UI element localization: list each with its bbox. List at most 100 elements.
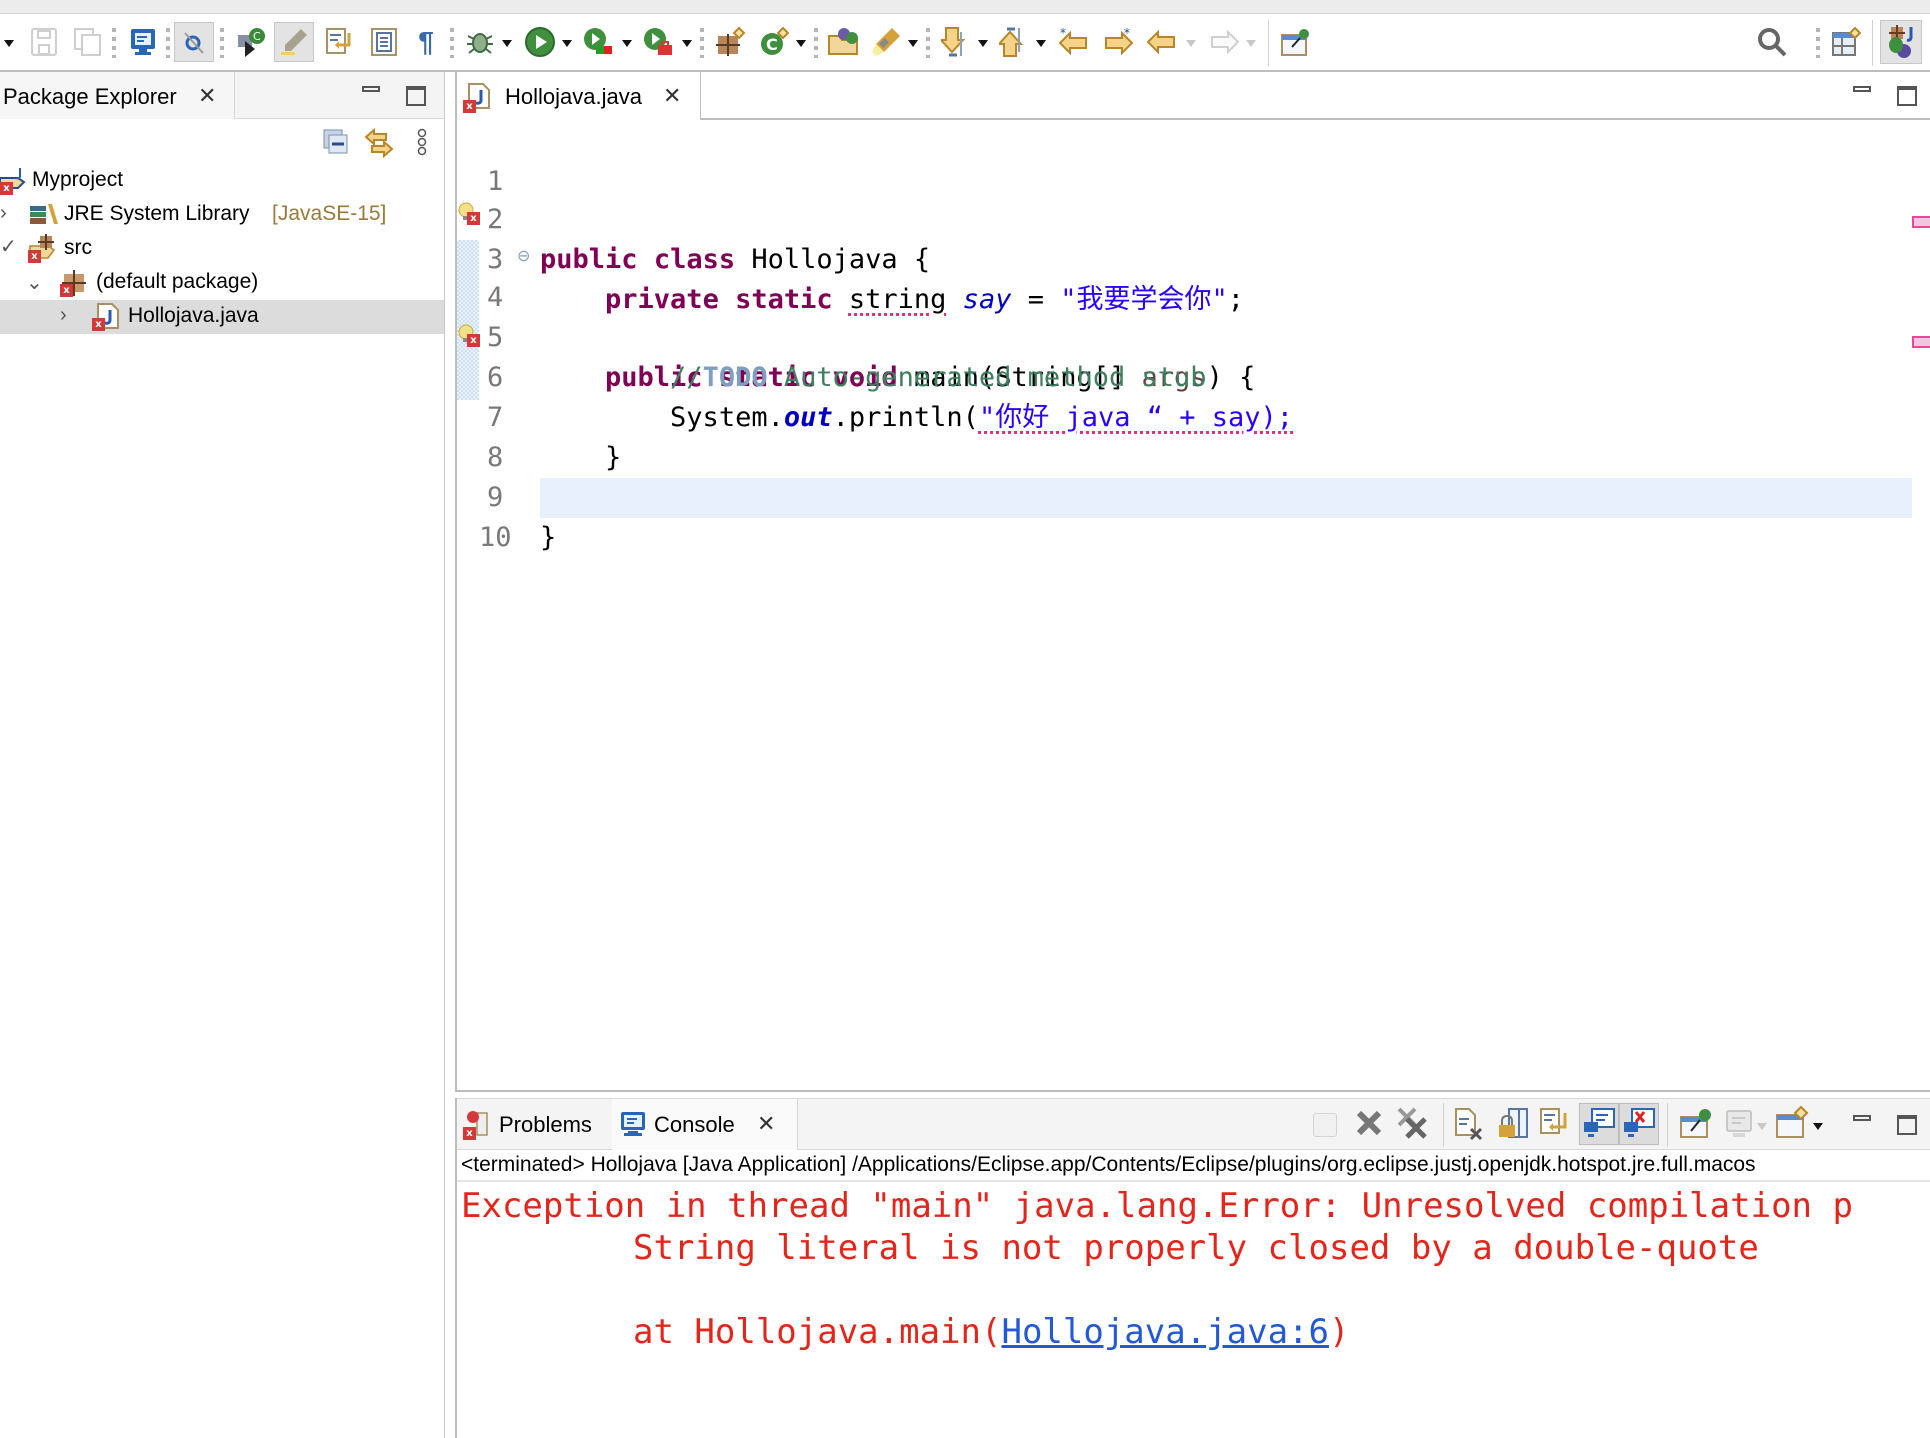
new-class-dropdown-icon[interactable] — [796, 40, 806, 47]
next-annotation-dropdown-icon[interactable] — [978, 40, 988, 47]
new-class-icon[interactable]: C — [232, 24, 268, 60]
search-flashlight-icon[interactable] — [868, 24, 904, 60]
tree-item-jre-system-library[interactable]: › JRE System Library [JavaSE-15] — [0, 198, 444, 232]
link-with-editor-icon[interactable] — [364, 127, 394, 159]
block-selection-icon[interactable] — [366, 24, 402, 60]
library-icon — [28, 200, 58, 226]
svg-text:C: C — [253, 30, 261, 43]
show-on-stderr-icon[interactable] — [1619, 1103, 1659, 1145]
console-stack-line: at Hollojava.main(Hollojava.java:6) — [633, 1312, 1349, 1352]
save-icon[interactable] — [26, 24, 62, 60]
search-icon[interactable] — [1754, 24, 1790, 60]
java-editor[interactable]: x Hollojava.java ✕ x x 1 2 public class … — [455, 72, 1930, 1092]
maximize-icon[interactable] — [1897, 1115, 1917, 1135]
search-dropdown-icon[interactable] — [908, 40, 918, 47]
scroll-lock-icon[interactable] — [1497, 1107, 1529, 1141]
previous-annotation-dropdown-icon[interactable] — [1036, 40, 1046, 47]
open-console-dropdown-icon[interactable] — [1813, 1123, 1823, 1130]
chevron-right-icon[interactable]: › — [60, 304, 67, 327]
forward-dropdown-icon[interactable] — [1246, 40, 1256, 47]
svg-text:C: C — [766, 35, 778, 54]
debug-dropdown-icon[interactable] — [502, 40, 512, 47]
next-annotation-icon[interactable] — [938, 24, 974, 60]
stack-frame-text: at Hollojava.main( — [633, 1312, 1002, 1352]
display-console-icon[interactable] — [1725, 1107, 1755, 1141]
minimize-icon[interactable] — [1853, 86, 1871, 92]
external-tools-dropdown-icon[interactable] — [682, 40, 692, 47]
toolbar-separator — [220, 28, 224, 58]
open-type-icon[interactable] — [826, 24, 862, 60]
terminate-icon[interactable] — [1313, 1113, 1337, 1137]
mark-occurrences-icon[interactable] — [174, 22, 214, 62]
word-wrap-icon[interactable] — [322, 24, 358, 60]
toolbar-divider — [1872, 20, 1873, 66]
toolbar-separator — [450, 28, 454, 58]
close-icon[interactable]: ✕ — [198, 83, 216, 109]
fold-collapse-icon[interactable]: ⊖ — [517, 236, 530, 276]
close-icon[interactable]: ✕ — [663, 83, 681, 109]
chevron-down-icon[interactable]: ✓ — [0, 234, 17, 259]
word-wrap-icon[interactable] — [1539, 1107, 1571, 1141]
close-icon[interactable]: ✕ — [757, 1111, 775, 1137]
tree-item-default-package[interactable]: ⌄ x (default package) — [0, 266, 444, 300]
tab-package-explorer[interactable]: Package Explorer ✕ — [0, 72, 235, 119]
external-tools-icon[interactable] — [640, 24, 676, 60]
tree-item-myproject[interactable]: x Myproject — [0, 164, 444, 198]
console-panel: x Problems Console ✕ <terminated> Holloj… — [455, 1098, 1930, 1438]
previous-annotation-icon[interactable] — [996, 24, 1032, 60]
tree-item-src[interactable]: ✓ x src — [0, 232, 444, 266]
console-process-label: <terminated> Hollojava [Java Application… — [457, 1150, 1930, 1182]
new-class-wizard-icon[interactable]: C — [756, 24, 792, 60]
tab-problems[interactable]: x Problems — [457, 1099, 613, 1149]
toolbar-divider — [1443, 1103, 1444, 1147]
show-on-stdout-icon[interactable] — [1579, 1103, 1619, 1145]
tree-item-label: JRE System Library — [64, 202, 250, 225]
back-icon[interactable] — [1144, 24, 1180, 60]
clear-console-icon[interactable] — [1453, 1107, 1485, 1141]
new-package-icon[interactable] — [712, 24, 748, 60]
remove-all-terminated-icon[interactable] — [1393, 1105, 1429, 1141]
highlight-icon[interactable] — [274, 22, 314, 62]
stack-trace-link[interactable]: Hollojava.java:6 — [1001, 1312, 1329, 1352]
tab-hollojava-java[interactable]: x Hollojava.java ✕ — [457, 72, 701, 120]
run-icon[interactable] — [522, 24, 558, 60]
display-console-dropdown-icon[interactable] — [1757, 1123, 1767, 1130]
pin-editor-icon[interactable] — [1278, 24, 1314, 60]
view-menu-icon[interactable] — [416, 128, 428, 158]
tree-item-hollojava-java[interactable]: › x Hollojava.java — [0, 300, 444, 334]
chevron-down-icon[interactable]: ⌄ — [26, 270, 43, 295]
last-edit-location-icon[interactable]: * — [1056, 24, 1092, 60]
coverage-dropdown-icon[interactable] — [622, 40, 632, 47]
svg-text:*: * — [1060, 27, 1066, 40]
pin-console-icon[interactable] — [1679, 1107, 1713, 1141]
run-dropdown-icon[interactable] — [562, 40, 572, 47]
minimize-icon[interactable] — [1853, 1115, 1871, 1121]
remove-launch-icon[interactable] — [1353, 1107, 1385, 1139]
code-line: 3 private static string say = "我要学会你"; — [457, 200, 1930, 315]
dropdown-arrow-icon[interactable] — [4, 40, 14, 47]
package-explorer-tab-row: Package Explorer ✕ — [0, 72, 444, 119]
back-dropdown-icon[interactable] — [1186, 40, 1196, 47]
error-icon: x — [28, 250, 41, 263]
java-perspective-icon[interactable] — [1880, 20, 1922, 64]
forward-edit-icon[interactable]: * — [1100, 24, 1136, 60]
console-view-icon[interactable] — [125, 24, 161, 60]
debug-icon[interactable] — [462, 24, 498, 60]
tree-item-label: Hollojava.java — [128, 304, 259, 327]
maximize-icon[interactable] — [1897, 86, 1917, 106]
collapse-all-icon[interactable] — [322, 128, 350, 156]
minimize-icon[interactable] — [362, 86, 380, 92]
tree-item-label: src — [64, 236, 92, 259]
save-all-icon[interactable] — [70, 24, 106, 60]
open-perspective-icon[interactable] — [1828, 24, 1864, 60]
coverage-icon[interactable] — [580, 24, 616, 60]
main-toolbar: C ¶ C * * — [0, 14, 1930, 72]
code-line: 4 ⊖ public static void main(String[] arg… — [457, 236, 1930, 393]
tab-console[interactable]: Console ✕ — [612, 1099, 798, 1150]
chevron-right-icon[interactable]: › — [0, 202, 7, 225]
forward-icon[interactable] — [1206, 24, 1242, 60]
open-console-icon[interactable] — [1775, 1105, 1809, 1141]
error-icon: x — [463, 1127, 476, 1140]
maximize-icon[interactable] — [406, 86, 426, 106]
pilcrow-icon[interactable]: ¶ — [408, 24, 444, 60]
